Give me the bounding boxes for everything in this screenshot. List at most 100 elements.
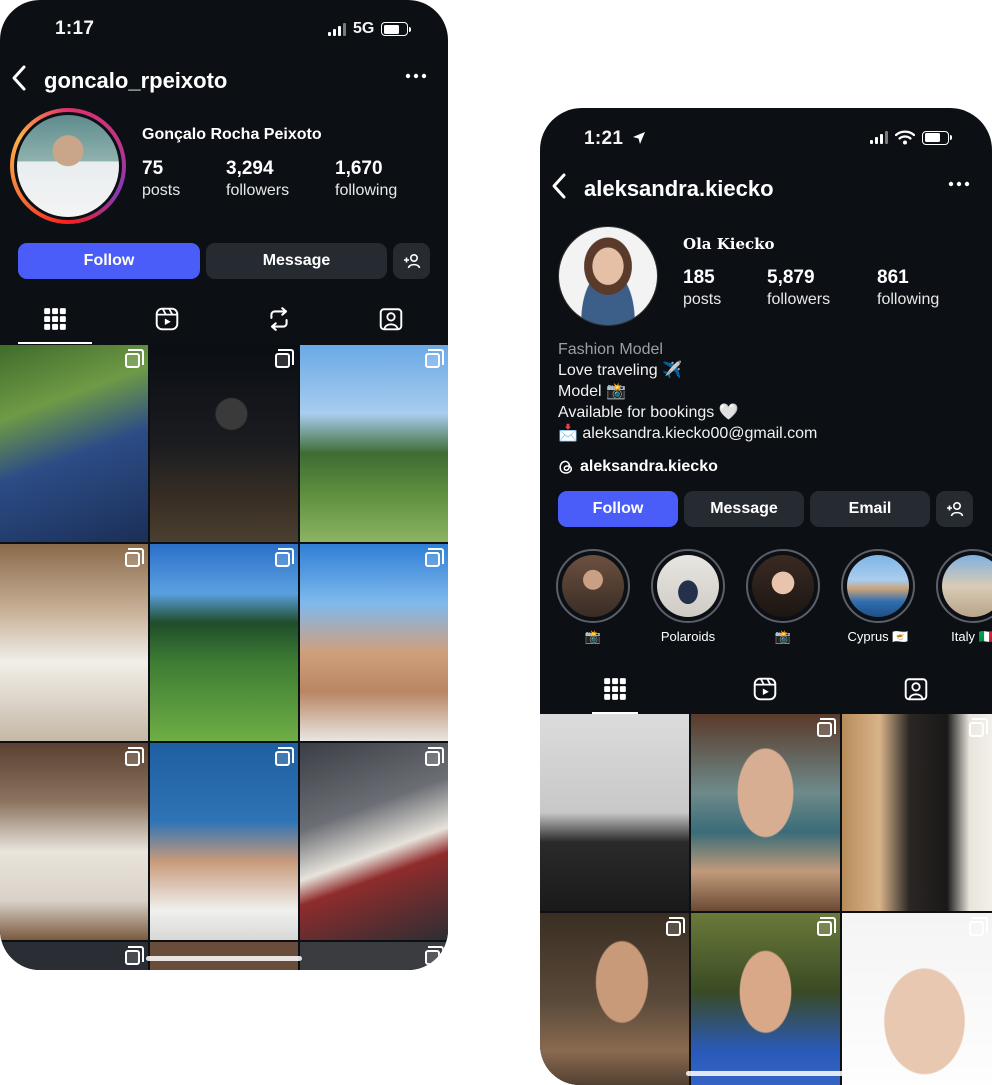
multi-post-icon — [275, 747, 294, 766]
post-thumbnail[interactable] — [300, 743, 448, 940]
post-thumbnail[interactable] — [842, 913, 992, 1085]
multi-post-icon — [125, 747, 144, 766]
multi-post-icon — [969, 718, 988, 737]
signal-icon — [870, 131, 888, 144]
multi-post-icon — [666, 917, 685, 936]
follow-button[interactable]: Follow — [18, 243, 200, 279]
post-thumbnail[interactable] — [540, 714, 689, 911]
reels-icon — [753, 677, 777, 701]
add-person-icon — [946, 501, 963, 517]
grid-icon — [604, 678, 626, 700]
tab-reels[interactable] — [130, 294, 204, 344]
battery-icon — [922, 130, 952, 145]
post-thumbnail[interactable] — [300, 345, 448, 542]
repost-icon — [270, 307, 288, 331]
status-time: 1:21 — [584, 128, 646, 150]
post-thumbnail[interactable] — [150, 345, 298, 542]
multi-post-icon — [275, 349, 294, 368]
signal-icon — [328, 22, 346, 36]
tab-tagged[interactable] — [893, 664, 939, 714]
network-label: 5G — [353, 20, 375, 37]
post-thumbnail[interactable] — [0, 942, 148, 970]
multi-post-icon — [425, 548, 444, 567]
multi-post-icon — [969, 917, 988, 936]
tab-reposts[interactable] — [242, 294, 316, 344]
story-highlight[interactable]: Italy 🇮🇹 — [936, 549, 992, 645]
phone-screen-goncalo: 1:17 5G goncalo_rpeixoto Gonçalo Rocha P… — [0, 0, 448, 970]
tab-tagged[interactable] — [354, 294, 428, 344]
story-highlight[interactable]: 📸 — [746, 549, 820, 645]
story-highlight[interactable]: Cyprus 🇨🇾 — [841, 549, 915, 645]
threads-link[interactable]: aleksandra.kiecko — [558, 458, 718, 476]
reels-icon — [155, 307, 179, 331]
profile-avatar[interactable] — [558, 226, 658, 326]
stat-following[interactable]: 1,670 following — [335, 158, 397, 200]
stat-followers[interactable]: 3,294 followers — [226, 158, 289, 200]
chevron-left-icon[interactable] — [10, 64, 28, 98]
bio-line: Love traveling ✈️ — [558, 362, 682, 379]
profile-avatar[interactable] — [10, 108, 126, 224]
post-thumbnail[interactable] — [691, 714, 840, 911]
wifi-icon — [895, 130, 915, 145]
more-icon[interactable] — [947, 172, 971, 202]
suggest-people-button[interactable] — [936, 491, 973, 527]
post-thumbnail[interactable] — [540, 913, 689, 1085]
threads-icon — [559, 460, 573, 474]
post-thumbnail[interactable] — [300, 942, 448, 970]
status-icons: 5G — [328, 20, 412, 38]
profile-full-name: Ola Kiecko — [683, 235, 775, 253]
stat-following[interactable]: 861 following — [877, 267, 939, 309]
bio-category: Fashion Model — [558, 341, 663, 358]
multi-post-icon — [817, 718, 836, 737]
chevron-left-icon[interactable] — [550, 172, 568, 206]
status-icons — [870, 130, 952, 145]
profile-header: goncalo_rpeixoto — [0, 58, 448, 102]
story-highlight[interactable]: Polaroids — [651, 549, 725, 644]
phone-screen-aleksandra: 1:21 aleksandra.kiecko Ola Kiecko 185 po… — [540, 108, 992, 1085]
profile-header: aleksandra.kiecko — [540, 166, 992, 210]
profile-tabs — [540, 664, 992, 714]
post-thumbnail[interactable] — [150, 544, 298, 741]
tab-posts-grid[interactable] — [592, 664, 638, 714]
multi-post-icon — [817, 917, 836, 936]
add-person-icon — [403, 253, 420, 269]
email-button[interactable]: Email — [810, 491, 930, 527]
multi-post-icon — [125, 349, 144, 368]
message-button[interactable]: Message — [206, 243, 387, 279]
status-bar: 1:21 — [540, 108, 992, 168]
post-thumbnail[interactable] — [691, 913, 840, 1085]
post-thumbnail[interactable] — [842, 714, 992, 911]
more-icon[interactable] — [404, 64, 428, 94]
post-thumbnail[interactable] — [150, 743, 298, 940]
profile-username: aleksandra.kiecko — [584, 176, 774, 201]
stat-followers[interactable]: 5,879 followers — [767, 267, 830, 309]
battery-icon — [381, 22, 412, 36]
post-thumbnail[interactable] — [0, 544, 148, 741]
multi-post-icon — [425, 946, 444, 965]
posts-grid — [540, 714, 992, 1085]
message-button[interactable]: Message — [684, 491, 804, 527]
posts-grid — [0, 345, 448, 970]
grid-icon — [44, 308, 66, 330]
post-thumbnail[interactable] — [300, 544, 448, 741]
story-highlight[interactable]: 📸 — [556, 549, 630, 645]
home-indicator[interactable] — [146, 956, 302, 961]
suggest-people-button[interactable] — [393, 243, 430, 279]
tab-posts-grid[interactable] — [18, 294, 92, 344]
profile-full-name: Gonçalo Rocha Peixoto — [142, 126, 322, 143]
profile-username: goncalo_rpeixoto — [44, 68, 228, 93]
home-indicator[interactable] — [686, 1071, 846, 1076]
multi-post-icon — [425, 747, 444, 766]
follow-button[interactable]: Follow — [558, 491, 678, 527]
multi-post-icon — [275, 548, 294, 567]
stat-posts[interactable]: 185 posts — [683, 267, 721, 309]
bio-email-link[interactable]: 📩 aleksandra.kiecko00@gmail.com — [558, 423, 817, 444]
multi-post-icon — [125, 946, 144, 965]
status-bar: 1:17 5G — [0, 0, 448, 60]
profile-tabs — [0, 294, 448, 344]
stat-posts[interactable]: 75 posts — [142, 158, 180, 200]
multi-post-icon — [125, 548, 144, 567]
post-thumbnail[interactable] — [0, 743, 148, 940]
tab-reels[interactable] — [742, 664, 788, 714]
post-thumbnail[interactable] — [0, 345, 148, 542]
